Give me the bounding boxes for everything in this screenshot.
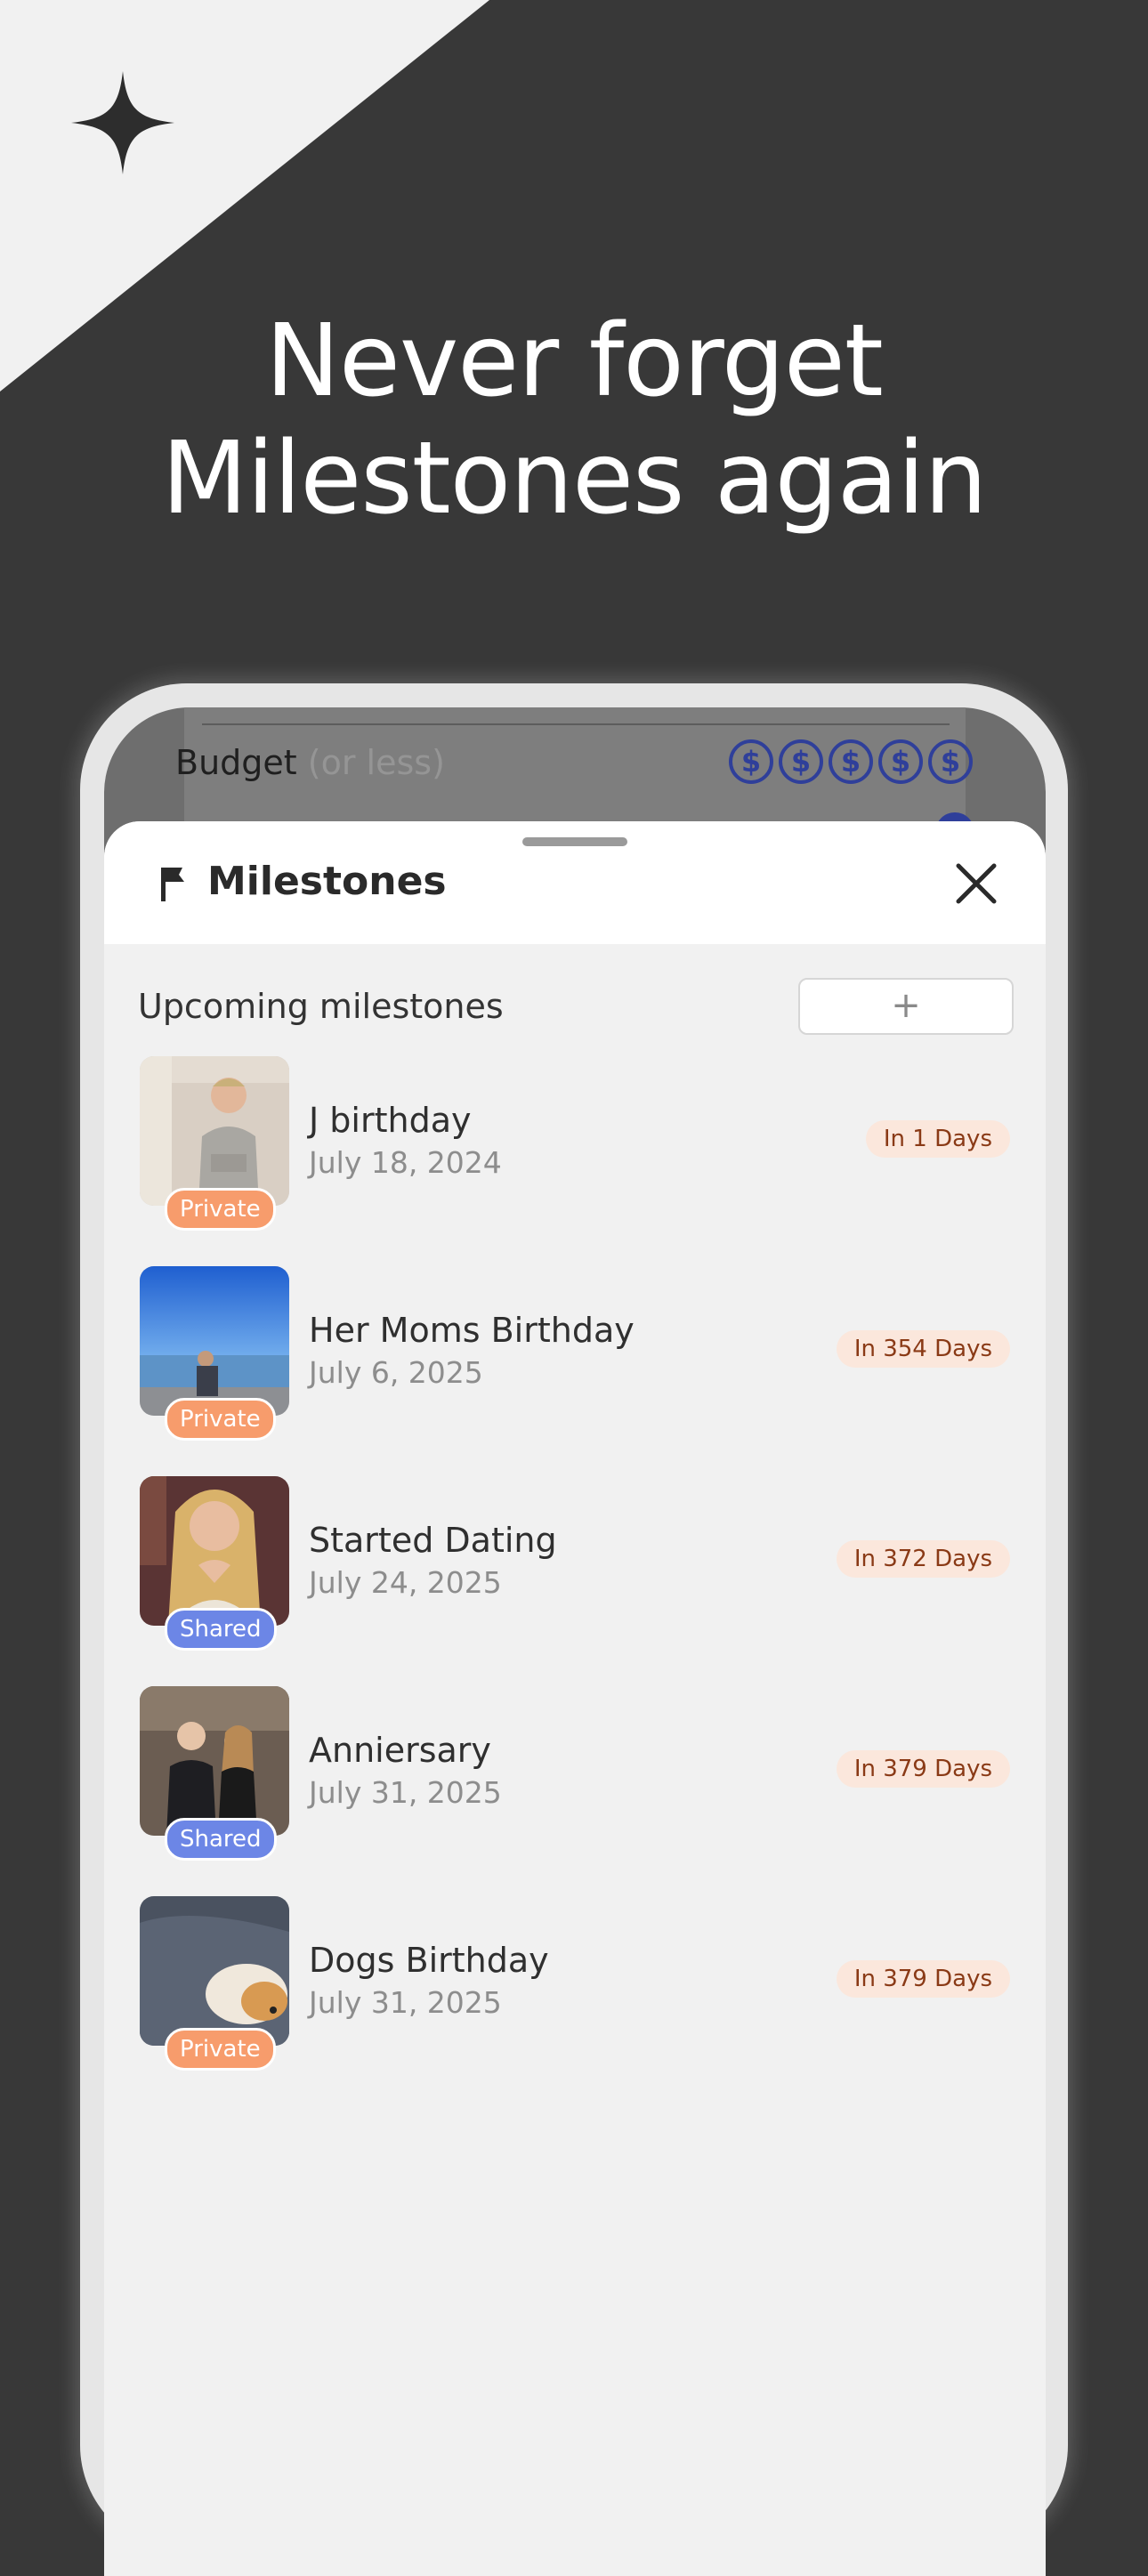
milestone-date: July 24, 2025: [309, 1565, 502, 1600]
milestone-date: July 18, 2024: [309, 1145, 502, 1180]
list-item[interactable]: Private J birthday July 18, 2024 In 1 Da…: [104, 1056, 1046, 1234]
list-item[interactable]: Shared Anniersary July 31, 2025 In 379 D…: [104, 1686, 1046, 1864]
flag-icon: [161, 868, 184, 901]
status-badge: Private: [165, 2028, 276, 2071]
phone-frame: Budget (or less) $ $ $ $ $ Milestones Up…: [80, 683, 1068, 2576]
dollar-icon[interactable]: $: [928, 739, 973, 784]
sheet-title: Milestones: [207, 859, 447, 904]
budget-selector[interactable]: $ $ $ $ $: [729, 739, 973, 784]
headline: Never forget Milestones again: [0, 303, 1148, 537]
divider: [202, 723, 950, 725]
add-milestone-button[interactable]: +: [798, 978, 1014, 1035]
milestone-title: Started Dating: [309, 1521, 557, 1560]
sheet-header: Milestones: [104, 821, 1046, 944]
dollar-icon[interactable]: $: [779, 739, 823, 784]
milestone-title: Anniersary: [309, 1731, 491, 1770]
days-until-badge: In 1 Days: [865, 1120, 1010, 1158]
headline-line-1: Never forget: [265, 303, 883, 419]
dollar-icon[interactable]: $: [829, 739, 873, 784]
milestones-sheet: Milestones Upcoming milestones + Private…: [104, 821, 1046, 2576]
status-badge: Private: [165, 1398, 276, 1441]
budget-label-text: Budget: [175, 743, 297, 782]
drag-handle[interactable]: [522, 837, 627, 846]
milestone-photo: [140, 1896, 289, 2046]
milestone-photo: [140, 1056, 289, 1206]
days-until-badge: In 354 Days: [836, 1330, 1010, 1368]
dollar-icon[interactable]: $: [878, 739, 923, 784]
days-until-badge: In 372 Days: [836, 1540, 1010, 1578]
list-item[interactable]: Shared Started Dating July 24, 2025 In 3…: [104, 1476, 1046, 1654]
days-until-badge: In 379 Days: [836, 1750, 1010, 1788]
milestone-date: July 31, 2025: [309, 1775, 502, 1810]
days-until-badge: In 379 Days: [836, 1960, 1010, 1998]
sparkle-icon: [71, 71, 174, 174]
list-item[interactable]: Private Dogs Birthday July 31, 2025 In 3…: [104, 1896, 1046, 2074]
milestone-title: J birthday: [309, 1101, 472, 1140]
list-item[interactable]: Private Her Moms Birthday July 6, 2025 I…: [104, 1266, 1046, 1444]
dollar-icon[interactable]: $: [729, 739, 773, 784]
budget-label-sub: (or less): [307, 743, 445, 782]
milestone-date: July 6, 2025: [309, 1355, 483, 1390]
milestone-photo: [140, 1476, 289, 1626]
status-badge: Shared: [165, 1818, 277, 1861]
section-title: Upcoming milestones: [138, 987, 504, 1026]
milestone-photo: [140, 1266, 289, 1416]
phone-screen: Budget (or less) $ $ $ $ $ Milestones Up…: [104, 707, 1046, 2576]
milestone-title: Her Moms Birthday: [309, 1311, 635, 1350]
close-icon[interactable]: [951, 859, 1001, 908]
headline-line-2: Milestones again: [161, 421, 988, 537]
milestone-photo: [140, 1686, 289, 1836]
status-badge: Private: [165, 1188, 276, 1231]
status-badge: Shared: [165, 1608, 277, 1651]
budget-label: Budget (or less): [175, 743, 445, 782]
milestone-title: Dogs Birthday: [309, 1941, 549, 1980]
milestone-date: July 31, 2025: [309, 1985, 502, 2020]
